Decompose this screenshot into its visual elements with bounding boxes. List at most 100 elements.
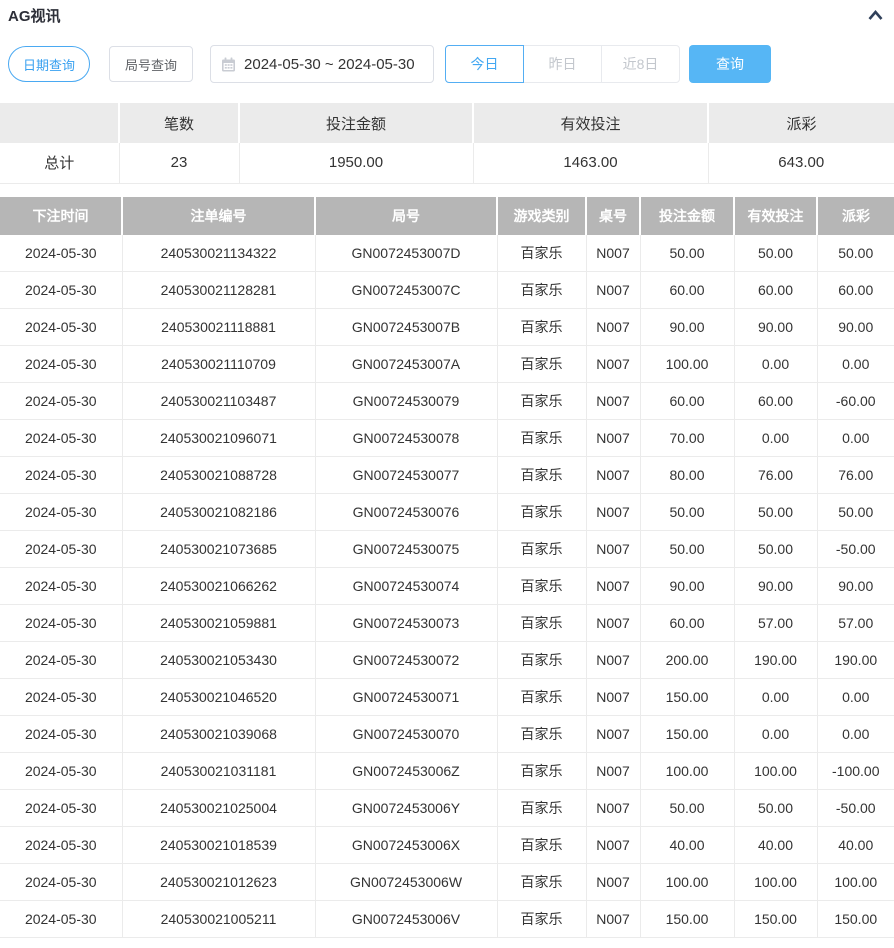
cell-valid-bet: 100.00 bbox=[734, 753, 817, 790]
quick-range-today[interactable]: 今日 bbox=[445, 45, 524, 83]
cell-bet-time: 2024-05-30 bbox=[0, 457, 122, 494]
cell-valid-bet: 50.00 bbox=[734, 790, 817, 827]
round-query-tab[interactable]: 局号查询 bbox=[109, 46, 193, 82]
cell-order-no: 240530021053430 bbox=[122, 642, 315, 679]
cell-payout: -100.00 bbox=[817, 753, 894, 790]
cell-payout: 0.00 bbox=[817, 716, 894, 753]
cell-round-no: GN0072453007C bbox=[315, 272, 497, 309]
detail-column-header: 派彩 bbox=[817, 197, 894, 235]
cell-game-type: 百家乐 bbox=[497, 420, 586, 457]
cell-round-no: GN0072453006X bbox=[315, 827, 497, 864]
cell-payout: 50.00 bbox=[817, 235, 894, 272]
cell-bet-time: 2024-05-30 bbox=[0, 716, 122, 753]
table-row: 2024-05-30240530021012623GN0072453006W百家… bbox=[0, 864, 894, 901]
cell-table-no: N007 bbox=[586, 235, 640, 272]
cell-order-no: 240530021073685 bbox=[122, 531, 315, 568]
cell-round-no: GN00724530074 bbox=[315, 568, 497, 605]
cell-order-no: 240530021096071 bbox=[122, 420, 315, 457]
cell-valid-bet: 90.00 bbox=[734, 568, 817, 605]
summary-total-cell: 23 bbox=[119, 143, 239, 183]
quick-range-last-8-days[interactable]: 近8日 bbox=[601, 45, 680, 83]
cell-valid-bet: 57.00 bbox=[734, 605, 817, 642]
cell-order-no: 240530021059881 bbox=[122, 605, 315, 642]
detail-column-header: 游戏类别 bbox=[497, 197, 586, 235]
cell-bet-amount: 60.00 bbox=[640, 383, 734, 420]
cell-table-no: N007 bbox=[586, 420, 640, 457]
cell-payout: 50.00 bbox=[817, 494, 894, 531]
cell-valid-bet: 190.00 bbox=[734, 642, 817, 679]
cell-round-no: GN00724530078 bbox=[315, 420, 497, 457]
cell-bet-amount: 100.00 bbox=[640, 346, 734, 383]
date-query-tab[interactable]: 日期查询 bbox=[8, 46, 90, 82]
cell-order-no: 240530021128281 bbox=[122, 272, 315, 309]
cell-payout: 90.00 bbox=[817, 568, 894, 605]
cell-order-no: 240530021039068 bbox=[122, 716, 315, 753]
summary-column-header bbox=[0, 103, 119, 143]
cell-game-type: 百家乐 bbox=[497, 753, 586, 790]
summary-total-cell: 1950.00 bbox=[239, 143, 473, 183]
cell-game-type: 百家乐 bbox=[497, 568, 586, 605]
table-row: 2024-05-30240530021046520GN00724530071百家… bbox=[0, 679, 894, 716]
collapse-panel-button[interactable] bbox=[867, 9, 884, 22]
table-row: 2024-05-30240530021059881GN00724530073百家… bbox=[0, 605, 894, 642]
cell-table-no: N007 bbox=[586, 790, 640, 827]
cell-valid-bet: 100.00 bbox=[734, 864, 817, 901]
table-row: 2024-05-30240530021018539GN0072453006X百家… bbox=[0, 827, 894, 864]
cell-payout: -50.00 bbox=[817, 531, 894, 568]
cell-bet-time: 2024-05-30 bbox=[0, 531, 122, 568]
detail-column-header: 局号 bbox=[315, 197, 497, 235]
table-row: 2024-05-30240530021053430GN00724530072百家… bbox=[0, 642, 894, 679]
summary-column-header: 笔数 bbox=[119, 103, 239, 143]
detail-table: 下注时间注单编号局号游戏类别桌号投注金额有效投注派彩 2024-05-30240… bbox=[0, 197, 894, 939]
cell-table-no: N007 bbox=[586, 642, 640, 679]
cell-game-type: 百家乐 bbox=[497, 457, 586, 494]
cell-bet-amount: 100.00 bbox=[640, 864, 734, 901]
cell-table-no: N007 bbox=[586, 457, 640, 494]
cell-bet-amount: 200.00 bbox=[640, 642, 734, 679]
search-button[interactable]: 查询 bbox=[689, 45, 771, 83]
cell-game-type: 百家乐 bbox=[497, 531, 586, 568]
detail-table-body: 2024-05-30240530021134322GN0072453007D百家… bbox=[0, 235, 894, 938]
cell-table-no: N007 bbox=[586, 827, 640, 864]
table-row: 2024-05-30240530021118881GN0072453007B百家… bbox=[0, 309, 894, 346]
cell-bet-time: 2024-05-30 bbox=[0, 346, 122, 383]
cell-valid-bet: 150.00 bbox=[734, 901, 817, 938]
cell-payout: 190.00 bbox=[817, 642, 894, 679]
date-range-input[interactable]: 2024-05-30 ~ 2024-05-30 bbox=[210, 45, 434, 83]
cell-bet-amount: 150.00 bbox=[640, 716, 734, 753]
cell-order-no: 240530021018539 bbox=[122, 827, 315, 864]
cell-table-no: N007 bbox=[586, 716, 640, 753]
cell-table-no: N007 bbox=[586, 383, 640, 420]
summary-header-row: 笔数投注金额有效投注派彩 bbox=[0, 103, 894, 143]
toolbar: 日期查询 局号查询 2024-05-30 ~ 2024-05-30 bbox=[8, 45, 886, 83]
cell-game-type: 百家乐 bbox=[497, 383, 586, 420]
cell-payout: 100.00 bbox=[817, 864, 894, 901]
cell-payout: 57.00 bbox=[817, 605, 894, 642]
cell-table-no: N007 bbox=[586, 346, 640, 383]
quick-range-yesterday[interactable]: 昨日 bbox=[523, 45, 602, 83]
cell-round-no: GN0072453006Z bbox=[315, 753, 497, 790]
summary-total-row: 总计231950.001463.00643.00 bbox=[0, 143, 894, 183]
cell-order-no: 240530021103487 bbox=[122, 383, 315, 420]
detail-header-row: 下注时间注单编号局号游戏类别桌号投注金额有效投注派彩 bbox=[0, 197, 894, 235]
date-range-value: 2024-05-30 ~ 2024-05-30 bbox=[244, 56, 415, 73]
cell-bet-time: 2024-05-30 bbox=[0, 753, 122, 790]
cell-bet-amount: 90.00 bbox=[640, 568, 734, 605]
panel-header: AG视讯 bbox=[0, 0, 894, 24]
chevron-up-icon bbox=[867, 10, 884, 25]
cell-bet-time: 2024-05-30 bbox=[0, 679, 122, 716]
table-row: 2024-05-30240530021128281GN0072453007C百家… bbox=[0, 272, 894, 309]
summary-total-cell: 643.00 bbox=[708, 143, 894, 183]
cell-table-no: N007 bbox=[586, 901, 640, 938]
cell-order-no: 240530021110709 bbox=[122, 346, 315, 383]
cell-bet-amount: 50.00 bbox=[640, 235, 734, 272]
detail-column-header: 有效投注 bbox=[734, 197, 817, 235]
table-row: 2024-05-30240530021025004GN0072453006Y百家… bbox=[0, 790, 894, 827]
cell-game-type: 百家乐 bbox=[497, 309, 586, 346]
cell-order-no: 240530021118881 bbox=[122, 309, 315, 346]
cell-payout: 0.00 bbox=[817, 346, 894, 383]
cell-bet-time: 2024-05-30 bbox=[0, 272, 122, 309]
cell-game-type: 百家乐 bbox=[497, 864, 586, 901]
cell-bet-time: 2024-05-30 bbox=[0, 642, 122, 679]
cell-order-no: 240530021012623 bbox=[122, 864, 315, 901]
